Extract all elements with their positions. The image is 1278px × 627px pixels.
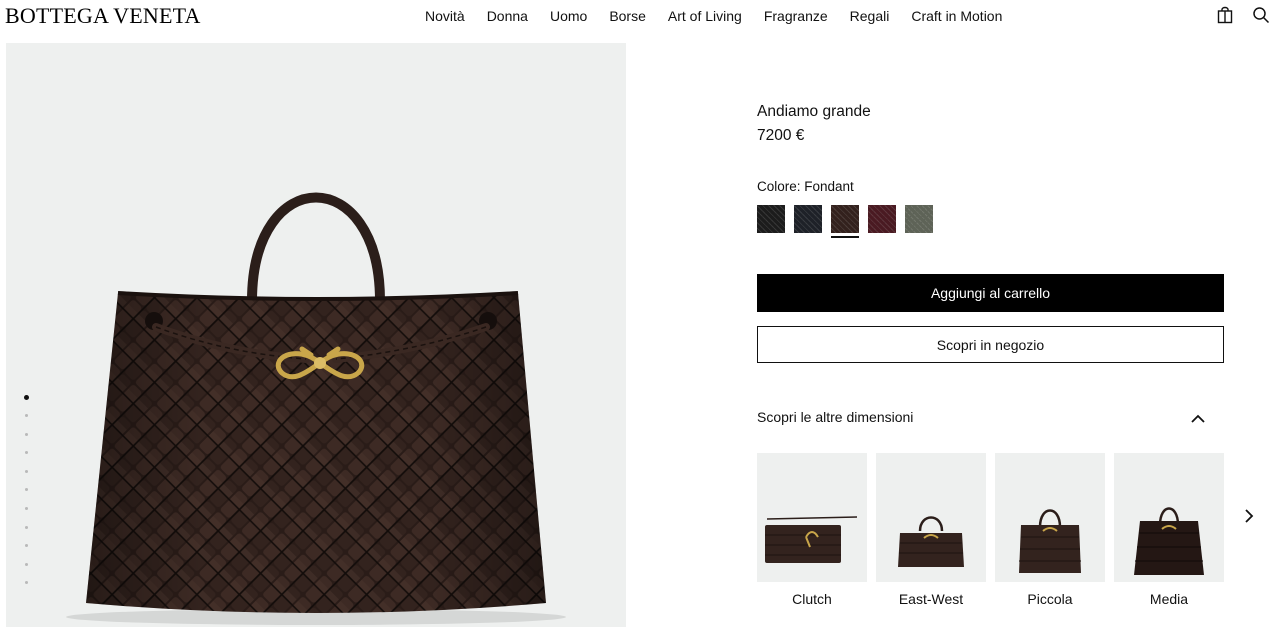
size-card-clutch[interactable]: Clutch xyxy=(757,453,867,607)
piccola-bag-image xyxy=(1019,509,1081,573)
size-card-east-west[interactable]: East-West xyxy=(876,453,986,607)
product-price: 7200 € xyxy=(757,127,805,144)
clutch-bag-image xyxy=(765,516,858,563)
size-label: Media xyxy=(1149,591,1189,607)
color-label: Colore: Fondant xyxy=(757,179,854,194)
search-icon[interactable] xyxy=(1252,6,1270,24)
gallery-dot[interactable] xyxy=(25,414,28,417)
size-label: Clutch xyxy=(792,591,832,607)
gallery-dot[interactable] xyxy=(25,432,28,436)
chevron-right-icon[interactable] xyxy=(1240,506,1258,526)
size-label: East-West xyxy=(898,591,964,607)
gallery-dot[interactable] xyxy=(25,544,28,548)
size-label: Piccola xyxy=(1027,591,1073,607)
nav-item-regali[interactable]: Regali xyxy=(850,7,890,25)
swatch-fondant[interactable] xyxy=(831,205,859,238)
size-image-media xyxy=(1114,453,1224,582)
product-name: Andiamo grande xyxy=(757,103,871,120)
gallery-dot[interactable] xyxy=(24,395,29,400)
size-image-east-west xyxy=(876,453,986,582)
media-bag-image xyxy=(1134,507,1204,575)
other-sizes-title[interactable]: Scopri le altre dimensioni xyxy=(757,409,913,425)
nav-item-novita[interactable]: Novità xyxy=(425,7,465,25)
add-to-cart-button[interactable]: Aggiungi al carrello xyxy=(757,274,1224,312)
gallery-dot[interactable] xyxy=(25,488,28,492)
product-gallery[interactable] xyxy=(6,43,626,627)
nav-item-art-of-living[interactable]: Art of Living xyxy=(668,7,742,25)
gallery-dot[interactable] xyxy=(25,451,28,455)
gallery-dot[interactable] xyxy=(25,581,28,585)
gallery-dot[interactable] xyxy=(25,506,28,510)
swatch-blu-scuro[interactable] xyxy=(794,205,822,233)
east-west-bag-image xyxy=(898,516,964,567)
nav-item-uomo[interactable]: Uomo xyxy=(550,7,587,25)
gallery-dot[interactable] xyxy=(25,469,28,473)
swatch-bordeaux[interactable] xyxy=(868,205,896,233)
header: BOTTEGA VENETA Novità Donna Uomo Borse A… xyxy=(0,0,1278,34)
nav-item-fragranze[interactable]: Fragranze xyxy=(764,7,828,25)
swatch-verde[interactable] xyxy=(905,205,933,233)
color-swatches xyxy=(757,205,933,238)
gallery-pagination xyxy=(24,395,29,600)
gallery-dot[interactable] xyxy=(25,562,28,566)
product-image xyxy=(66,192,566,625)
gallery-dot[interactable] xyxy=(25,525,28,529)
chevron-up-icon[interactable] xyxy=(1189,410,1207,428)
shopping-bag-icon[interactable] xyxy=(1216,6,1234,24)
size-image-clutch xyxy=(757,453,867,582)
size-image-piccola xyxy=(995,453,1105,582)
size-carousel: Clutch East-West Piccola Media xyxy=(757,453,1224,607)
find-in-store-button[interactable]: Scopri in negozio xyxy=(757,326,1224,363)
size-card-media[interactable]: Media xyxy=(1114,453,1224,607)
nav-item-borse[interactable]: Borse xyxy=(609,7,646,25)
brand-logo[interactable]: BOTTEGA VENETA xyxy=(5,3,201,29)
size-card-piccola[interactable]: Piccola xyxy=(995,453,1105,607)
nav-item-donna[interactable]: Donna xyxy=(487,7,528,25)
header-icons xyxy=(1216,6,1270,24)
swatch-nero[interactable] xyxy=(757,205,785,233)
nav-item-craft-in-motion[interactable]: Craft in Motion xyxy=(911,7,1002,25)
main-nav: Novità Donna Uomo Borse Art of Living Fr… xyxy=(425,7,1024,25)
